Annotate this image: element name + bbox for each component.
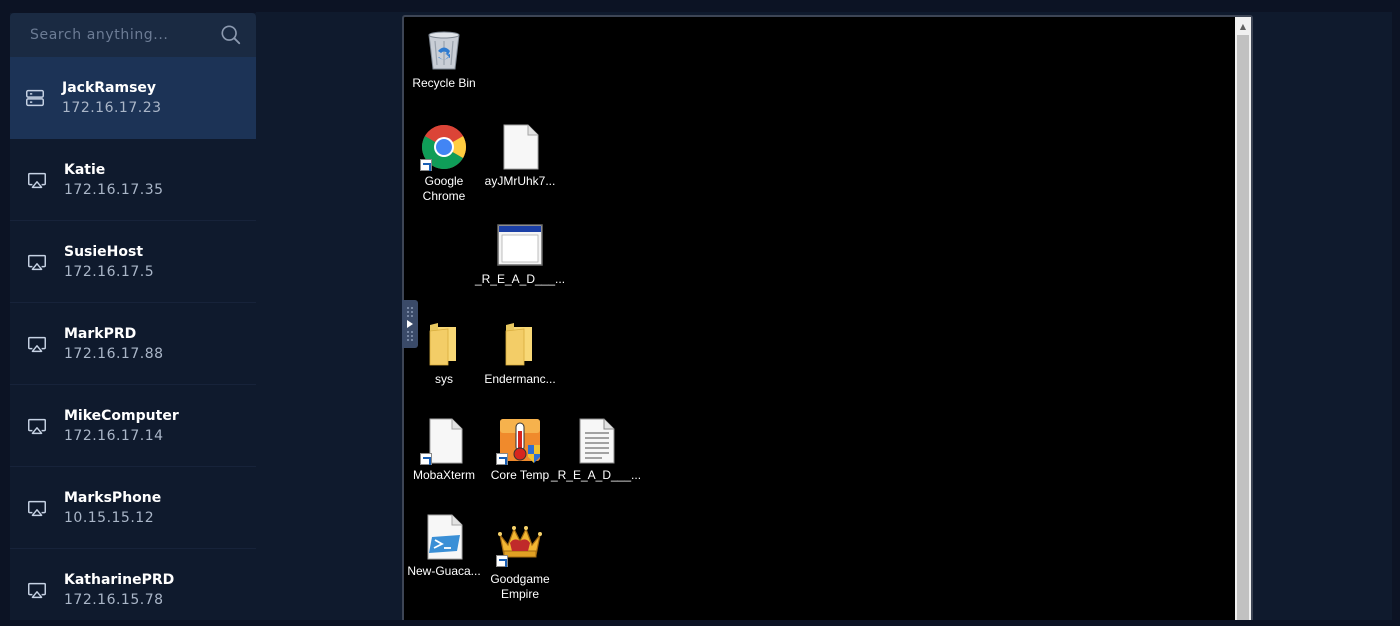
remote-display-icon bbox=[28, 418, 46, 434]
menu-drawer-handle[interactable] bbox=[402, 300, 418, 348]
grip-dots-icon bbox=[407, 331, 413, 341]
desktop-icon-label: _R_E_A_D___... bbox=[474, 272, 566, 286]
search-input[interactable] bbox=[30, 27, 220, 43]
host-item-marksphone[interactable]: MarksPhone 10.15.15.12 bbox=[10, 467, 256, 549]
vertical-scrollbar[interactable]: ▲ bbox=[1235, 17, 1251, 620]
host-ip: 172.16.17.14 bbox=[64, 427, 164, 444]
desktop-icon-read-app[interactable]: _R_E_A_D___... bbox=[475, 221, 565, 287]
desktop-icon-new-guaca[interactable]: New-Guaca... bbox=[406, 513, 482, 579]
scroll-up-arrow-icon[interactable]: ▲ bbox=[1235, 17, 1251, 35]
blank-file-icon bbox=[420, 417, 468, 465]
remote-desktop-view[interactable]: ▲ Recycle Bin Google Chrome ayJMrUhk7...… bbox=[402, 15, 1253, 620]
host-name: KatharinePRD bbox=[64, 571, 175, 588]
desktop-icon-core-temp[interactable]: Core Temp bbox=[482, 417, 558, 483]
server-icon bbox=[26, 89, 44, 107]
desktop-icon-google-chrome[interactable]: Google Chrome bbox=[406, 123, 482, 204]
shortcut-arrow-icon bbox=[420, 453, 432, 465]
remote-display-icon bbox=[28, 172, 46, 188]
host-ip: 172.16.15.78 bbox=[64, 591, 164, 608]
blank-file-icon bbox=[503, 124, 539, 170]
desktop-icon-label: Google Chrome bbox=[422, 174, 466, 203]
crown-icon bbox=[496, 521, 544, 569]
host-ip: 172.16.17.35 bbox=[64, 181, 164, 198]
host-ip: 172.16.17.88 bbox=[64, 345, 164, 362]
desktop-icon-label: ayJMrUhk7... bbox=[484, 174, 556, 188]
search-bar bbox=[10, 13, 256, 57]
host-name: MarksPhone bbox=[64, 489, 162, 506]
window-app-icon bbox=[497, 224, 543, 266]
powershell-script-icon bbox=[427, 514, 463, 560]
desktop-icon-label: sys bbox=[435, 372, 453, 386]
host-item-jackramsey[interactable]: JackRamsey 172.16.17.23 bbox=[10, 57, 256, 139]
core-temp-icon bbox=[496, 417, 544, 465]
desktop-icon-recycle-bin[interactable]: Recycle Bin bbox=[406, 25, 482, 91]
expand-arrow-icon bbox=[407, 320, 413, 328]
host-item-katie[interactable]: Katie 172.16.17.35 bbox=[10, 139, 256, 221]
desktop-icon-label: Goodgame Empire bbox=[490, 572, 550, 601]
remote-display-icon bbox=[28, 500, 46, 516]
desktop-icon-label: New-Guaca... bbox=[407, 564, 481, 578]
remote-display-icon bbox=[28, 582, 46, 598]
scroll-thumb[interactable] bbox=[1237, 35, 1249, 620]
host-name: MikeComputer bbox=[64, 407, 179, 424]
desktop-icon-mobaxterm[interactable]: MobaXterm bbox=[406, 417, 482, 483]
desktop-icon-folder-endermanc[interactable]: Endermanc... bbox=[482, 321, 558, 387]
host-item-markprd[interactable]: MarkPRD 172.16.17.88 bbox=[10, 303, 256, 385]
desktop-icon-file-ayjmruhk7[interactable]: ayJMrUhk7... bbox=[482, 123, 558, 189]
desktop-icon-label: MobaXterm bbox=[412, 468, 476, 482]
text-file-icon bbox=[579, 418, 615, 464]
search-icon[interactable] bbox=[220, 24, 242, 46]
shortcut-arrow-icon bbox=[496, 453, 508, 465]
shortcut-arrow-icon bbox=[420, 159, 432, 171]
host-item-mikecomputer[interactable]: MikeComputer 172.16.17.14 bbox=[10, 385, 256, 467]
host-ip: 172.16.17.23 bbox=[62, 100, 162, 116]
host-name: SusieHost bbox=[64, 243, 144, 260]
desktop-icon-label: Endermanc... bbox=[484, 372, 556, 386]
recycle-bin-icon bbox=[428, 31, 460, 70]
folder-icon bbox=[505, 323, 532, 366]
desktop-icon-label: Core Temp bbox=[490, 468, 550, 482]
desktop-icon-label: _R_E_A_D___... bbox=[550, 468, 642, 482]
folder-icon bbox=[429, 323, 456, 366]
host-ip: 10.15.15.12 bbox=[64, 509, 155, 526]
host-item-susiehost[interactable]: SusieHost 172.16.17.5 bbox=[10, 221, 256, 303]
desktop-icon-label: Recycle Bin bbox=[412, 76, 476, 90]
host-ip: 172.16.17.5 bbox=[64, 263, 155, 280]
desktop-icon-read-text[interactable]: _R_E_A_D___... bbox=[551, 417, 641, 483]
host-sidebar: JackRamsey 172.16.17.23 Katie 172.16.17.… bbox=[10, 13, 256, 620]
chrome-icon bbox=[420, 123, 468, 171]
grip-dots-icon bbox=[407, 307, 413, 317]
host-name: JackRamsey bbox=[62, 80, 157, 96]
host-name: Katie bbox=[64, 161, 106, 178]
desktop-icon-goodgame-empire[interactable]: Goodgame Empire bbox=[482, 521, 558, 602]
shortcut-arrow-icon bbox=[496, 555, 508, 567]
remote-display-icon bbox=[28, 254, 46, 270]
remote-display-icon bbox=[28, 336, 46, 352]
host-name: MarkPRD bbox=[64, 325, 137, 342]
host-item-katharineprd[interactable]: KatharinePRD 172.16.15.78 bbox=[10, 549, 256, 620]
